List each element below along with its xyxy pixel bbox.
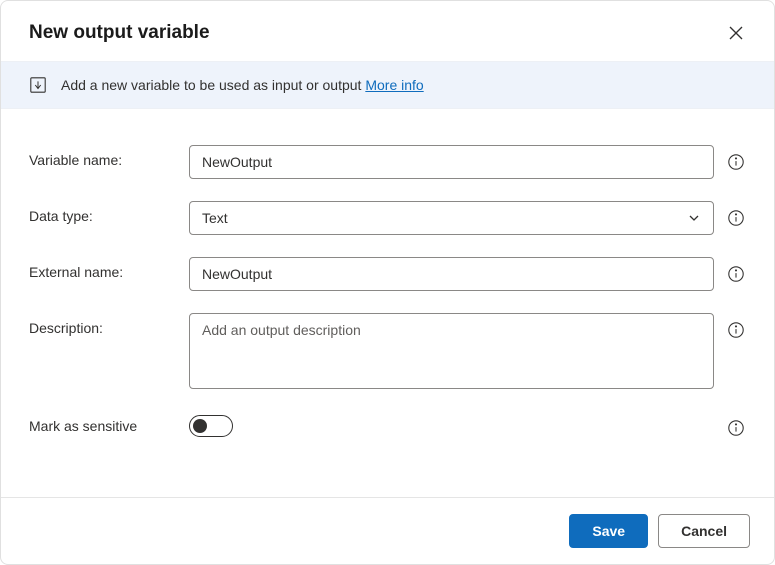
description-info-button[interactable] <box>726 320 746 340</box>
close-button[interactable] <box>722 19 750 47</box>
info-banner: Add a new variable to be used as input o… <box>1 61 774 109</box>
cancel-button[interactable]: Cancel <box>658 514 750 548</box>
data-type-label: Data type: <box>29 201 177 224</box>
description-label: Description: <box>29 313 177 336</box>
data-type-row: Data type: Text <box>29 201 746 235</box>
info-icon <box>727 209 745 227</box>
dialog-footer: Save Cancel <box>1 497 774 564</box>
variable-name-info-button[interactable] <box>726 152 746 172</box>
sensitive-info-button[interactable] <box>726 418 746 438</box>
toggle-knob <box>193 419 207 433</box>
dialog-header: New output variable <box>1 1 774 61</box>
info-icon <box>727 153 745 171</box>
info-icon <box>727 321 745 339</box>
description-row: Description: <box>29 313 746 389</box>
external-name-row: External name: <box>29 257 746 291</box>
external-name-label: External name: <box>29 257 177 280</box>
external-name-info-button[interactable] <box>726 264 746 284</box>
info-icon <box>727 419 745 437</box>
variable-name-input[interactable] <box>189 145 714 179</box>
close-icon <box>729 26 743 40</box>
dialog-title: New output variable <box>29 22 210 44</box>
data-type-info-button[interactable] <box>726 208 746 228</box>
data-type-value: Text <box>202 210 228 226</box>
info-banner-message: Add a new variable to be used as input o… <box>61 77 365 93</box>
form-body: Variable name: Data type: Text <box>1 109 774 497</box>
sensitive-toggle[interactable] <box>189 415 233 437</box>
variable-icon <box>29 76 47 94</box>
external-name-input[interactable] <box>189 257 714 291</box>
info-banner-text: Add a new variable to be used as input o… <box>61 77 424 93</box>
description-textarea[interactable] <box>189 313 714 389</box>
save-button[interactable]: Save <box>569 514 648 548</box>
more-info-link[interactable]: More info <box>365 77 423 93</box>
sensitive-label: Mark as sensitive <box>29 411 177 434</box>
sensitive-row: Mark as sensitive <box>29 411 746 438</box>
info-icon <box>727 265 745 283</box>
variable-name-row: Variable name: <box>29 145 746 179</box>
data-type-select[interactable]: Text <box>189 201 714 235</box>
new-output-variable-dialog: New output variable Add a new variable t… <box>0 0 775 565</box>
variable-name-label: Variable name: <box>29 145 177 168</box>
chevron-down-icon <box>687 211 701 225</box>
